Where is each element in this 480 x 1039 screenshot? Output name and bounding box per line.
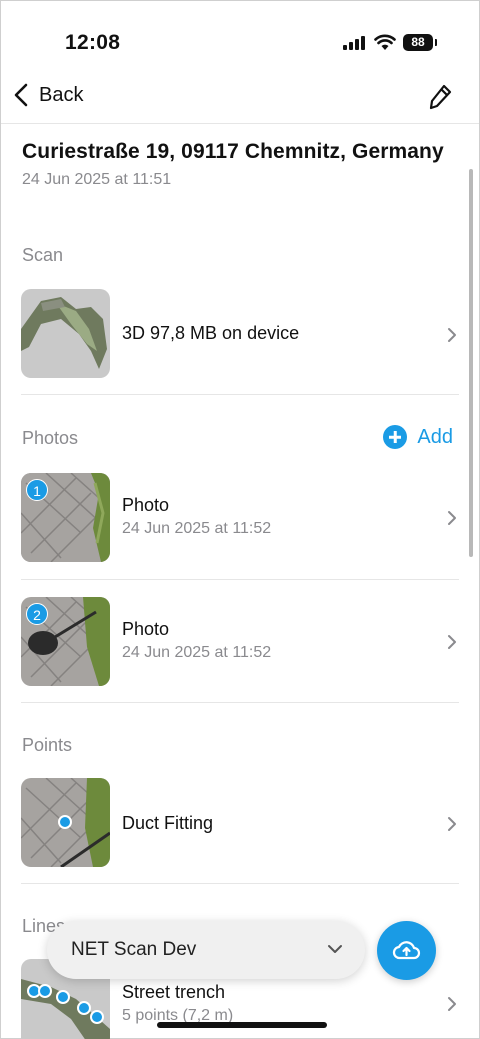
line-point-marker — [77, 1001, 91, 1015]
plus-circle-icon — [383, 425, 408, 449]
scan-thumbnail — [21, 289, 110, 378]
edit-pencil-icon[interactable] — [427, 83, 453, 111]
cloud-upload-button[interactable] — [377, 921, 436, 980]
divider — [21, 394, 459, 395]
wifi-icon — [374, 34, 396, 50]
photo-index-badge: 1 — [26, 479, 48, 501]
point-thumbnail — [21, 778, 110, 867]
section-label-photos: Photos — [22, 428, 79, 448]
point-title: Duct Fitting — [122, 813, 214, 833]
section-label-scan: Scan — [22, 245, 64, 265]
photo-date: 24 Jun 2025 at 11:52 — [122, 644, 272, 661]
scan-item[interactable]: 3D 97,8 MB on device — [1, 289, 479, 389]
line-title: Street trench — [122, 982, 226, 1002]
photo-date: 24 Jun 2025 at 11:52 — [122, 520, 272, 537]
scan-label: 3D 97,8 MB on device — [122, 323, 300, 343]
divider — [21, 702, 459, 703]
photo-index-badge: 2 — [26, 603, 48, 625]
page-date: 24 Jun 2025 at 11:51 — [22, 171, 172, 188]
line-point-marker — [38, 984, 52, 998]
add-photo-button[interactable]: Add — [383, 425, 453, 449]
line-point-marker — [56, 990, 70, 1004]
project-selector[interactable]: NET Scan Dev — [47, 921, 365, 979]
photo-title: Photo — [122, 495, 170, 515]
add-label: Add — [417, 425, 453, 448]
divider — [21, 883, 459, 884]
back-label: Back — [39, 83, 84, 106]
point-item[interactable]: Duct Fitting — [1, 778, 479, 878]
point-marker — [58, 815, 72, 829]
project-selector-label: NET Scan Dev — [71, 939, 197, 960]
chevron-right-icon — [448, 817, 456, 831]
photo-thumbnail: 1 — [21, 473, 110, 562]
back-button[interactable]: Back — [13, 83, 83, 107]
cloud-upload-icon — [392, 941, 421, 960]
status-bar: 12:08 88 — [1, 1, 479, 81]
section-label-points: Points — [22, 735, 73, 755]
page-title: Curiestraße 19, 09117 Chemnitz, Germany — [22, 140, 444, 163]
screen-frame: 12:08 88 Back Curiestraße 19, 09117 Chem… — [0, 0, 480, 1039]
navigation-bar: Back — [1, 73, 479, 121]
photo-title: Photo — [122, 619, 170, 639]
photo-thumbnail: 2 — [21, 597, 110, 686]
scrollbar[interactable] — [469, 169, 473, 557]
chevron-down-icon — [328, 945, 342, 953]
status-time: 12:08 — [65, 31, 121, 54]
line-point-marker — [90, 1010, 104, 1024]
divider — [21, 579, 459, 580]
chevron-right-icon — [448, 635, 456, 649]
chevron-left-icon — [14, 83, 28, 107]
chevron-right-icon — [448, 997, 456, 1011]
battery-icon: 88 — [403, 34, 437, 51]
photo-item[interactable]: 2 Photo 24 Jun 2025 at 11:52 — [1, 597, 479, 697]
chevron-right-icon — [448, 511, 456, 525]
chevron-right-icon — [448, 328, 456, 342]
photo-item[interactable]: 1 Photo 24 Jun 2025 at 11:52 — [1, 473, 479, 573]
home-indicator — [157, 1022, 327, 1028]
nav-divider — [1, 123, 479, 124]
cellular-signal-icon — [343, 36, 367, 50]
